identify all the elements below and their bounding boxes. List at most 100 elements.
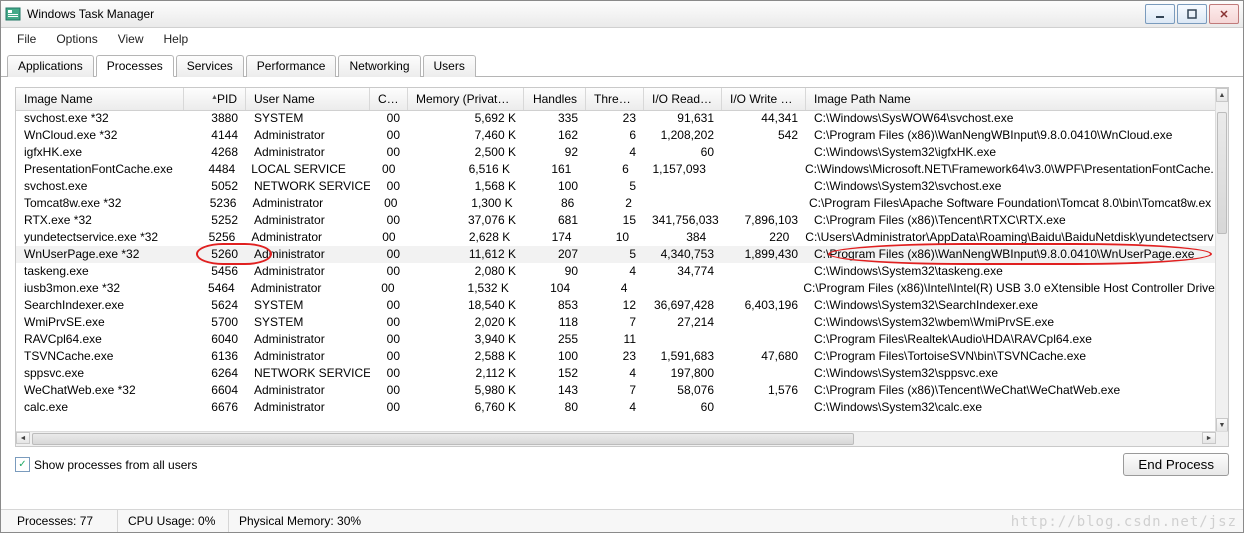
col-image-name[interactable]: Image Name <box>16 88 184 110</box>
col-threads[interactable]: Threads <box>586 88 644 110</box>
table-row[interactable]: RTX.exe *325252Administrator0037,076 K68… <box>16 212 1216 229</box>
col-user-name[interactable]: User Name <box>246 88 370 110</box>
cell: C:\Windows\System32\calc.exe <box>806 399 1216 416</box>
hscroll-thumb[interactable] <box>32 433 854 445</box>
table-row[interactable]: WnCloud.exe *324144Administrator007,460 … <box>16 127 1216 144</box>
watermark-text: http://blog.csdn.net/jsz <box>1011 514 1237 530</box>
scroll-left-icon[interactable]: ◄ <box>16 432 30 444</box>
cell: 1,300 K <box>405 195 520 212</box>
end-process-button[interactable]: End Process <box>1123 453 1229 476</box>
menu-file[interactable]: File <box>9 30 44 50</box>
cell: 44,341 <box>722 110 806 127</box>
col-memory[interactable]: Memory (Private ... <box>408 88 524 110</box>
table-row[interactable]: WnUserPage.exe *325260Administrator0011,… <box>16 246 1216 263</box>
cell: C:\Windows\System32\SearchIndexer.exe <box>806 297 1216 314</box>
cell: TSVNCache.exe <box>16 348 184 365</box>
titlebar[interactable]: Windows Task Manager <box>1 1 1243 28</box>
menu-options[interactable]: Options <box>48 30 105 50</box>
col-cpu[interactable]: CPU <box>370 88 408 110</box>
cell <box>722 331 806 348</box>
table-row[interactable]: svchost.exe5052NETWORK SERVICE001,568 K1… <box>16 178 1216 195</box>
cell: C:\Windows\System32\wbem\WmiPrvSE.exe <box>806 314 1216 331</box>
table-row[interactable]: iusb3mon.exe *325464Administrator001,532… <box>16 280 1216 297</box>
cell: 90 <box>524 263 586 280</box>
cell: 3,940 K <box>408 331 524 348</box>
cell: C:\Windows\System32\sppsvc.exe <box>806 365 1216 382</box>
cell: 23 <box>586 110 644 127</box>
cell: C:\Program Files\Apache Software Foundat… <box>801 195 1216 212</box>
table-row[interactable]: SearchIndexer.exe5624SYSTEM0018,540 K853… <box>16 297 1216 314</box>
menu-help[interactable]: Help <box>156 30 197 50</box>
sort-asc-icon: ▲ <box>211 88 218 109</box>
table-row[interactable]: svchost.exe *323880SYSTEM005,692 K335239… <box>16 110 1216 127</box>
cell: 4 <box>586 263 644 280</box>
cell: 6264 <box>184 365 246 382</box>
cell: 00 <box>370 178 408 195</box>
maximize-button[interactable] <box>1177 4 1207 24</box>
cell: 5 <box>586 246 644 263</box>
cell: 152 <box>524 365 586 382</box>
vertical-scrollbar[interactable]: ▲ ▼ <box>1215 88 1228 432</box>
cell: 5256 <box>182 229 243 246</box>
scroll-right-icon[interactable]: ► <box>1202 432 1216 444</box>
table-row[interactable]: taskeng.exe5456Administrator002,080 K904… <box>16 263 1216 280</box>
table-row[interactable]: yundetectservice.exe *325256Administrato… <box>16 229 1216 246</box>
col-image-path[interactable]: Image Path Name <box>806 88 1228 110</box>
tab-performance[interactable]: Performance <box>246 55 337 77</box>
table-row[interactable]: Tomcat8w.exe *325236Administrator001,300… <box>16 195 1216 212</box>
cell: 36,697,428 <box>644 297 722 314</box>
tab-services[interactable]: Services <box>176 55 244 77</box>
col-io-write[interactable]: I/O Write Bytes <box>722 88 806 110</box>
cell: Administrator <box>243 280 365 297</box>
table-row[interactable]: calc.exe6676Administrator006,760 K80460C… <box>16 399 1216 416</box>
tab-networking[interactable]: Networking <box>338 55 420 77</box>
col-handles[interactable]: Handles <box>524 88 586 110</box>
cell: 161 <box>518 161 579 178</box>
cell: C:\Users\Administrator\AppData\Roaming\B… <box>797 229 1216 246</box>
col-pid[interactable]: PID▲ <box>184 88 246 110</box>
cell: 5252 <box>184 212 246 229</box>
close-button[interactable] <box>1209 4 1239 24</box>
table-row[interactable]: PresentationFontCache.exe4484LOCAL SERVI… <box>16 161 1216 178</box>
cell: 6676 <box>184 399 246 416</box>
cell: RAVCpl64.exe <box>16 331 184 348</box>
cell <box>635 280 712 297</box>
scroll-up-icon[interactable]: ▲ <box>1216 88 1228 102</box>
table-row[interactable]: TSVNCache.exe6136Administrator002,588 K1… <box>16 348 1216 365</box>
cell: 00 <box>370 382 408 399</box>
cell: C:\Windows\System32\taskeng.exe <box>806 263 1216 280</box>
tab-applications[interactable]: Applications <box>7 55 94 77</box>
cell: LOCAL SERVICE <box>243 161 365 178</box>
tab-processes[interactable]: Processes <box>96 55 174 77</box>
cell: 7 <box>586 382 644 399</box>
cell: 6,516 K <box>403 161 518 178</box>
cell: 4144 <box>184 127 246 144</box>
horizontal-scrollbar[interactable]: ◄ ► <box>16 431 1228 446</box>
table-row[interactable]: WeChatWeb.exe *326604Administrator005,98… <box>16 382 1216 399</box>
cell: 5700 <box>184 314 246 331</box>
cell: 2,628 K <box>404 229 519 246</box>
cell <box>722 178 806 195</box>
tab-users[interactable]: Users <box>423 55 476 77</box>
cell: C:\Program Files (x86)\Tencent\RTXC\RTX.… <box>806 212 1216 229</box>
table-row[interactable]: sppsvc.exe6264NETWORK SERVICE002,112 K15… <box>16 365 1216 382</box>
cell: 12 <box>586 297 644 314</box>
scroll-thumb[interactable] <box>1217 112 1227 234</box>
table-row[interactable]: igfxHK.exe4268Administrator002,500 K9246… <box>16 144 1216 161</box>
col-io-read[interactable]: I/O Read B... <box>644 88 722 110</box>
table-row[interactable]: WmiPrvSE.exe5700SYSTEM002,020 K118727,21… <box>16 314 1216 331</box>
show-all-users-checkbox[interactable]: ✓ Show processes from all users <box>15 457 197 472</box>
cell: Administrator <box>246 127 370 144</box>
scroll-down-icon[interactable]: ▼ <box>1216 418 1228 432</box>
cell: 34,774 <box>644 263 722 280</box>
cell: 15 <box>586 212 644 229</box>
table-row[interactable]: RAVCpl64.exe6040Administrator003,940 K25… <box>16 331 1216 348</box>
minimize-button[interactable] <box>1145 4 1175 24</box>
cell: 542 <box>722 127 806 144</box>
cell: C:\Program Files\Realtek\Audio\HDA\RAVCp… <box>806 331 1216 348</box>
cell: 4 <box>586 365 644 382</box>
cell: 7 <box>586 314 644 331</box>
menu-view[interactable]: View <box>110 30 152 50</box>
cell: iusb3mon.exe *32 <box>16 280 181 297</box>
cell: svchost.exe *32 <box>16 110 184 127</box>
